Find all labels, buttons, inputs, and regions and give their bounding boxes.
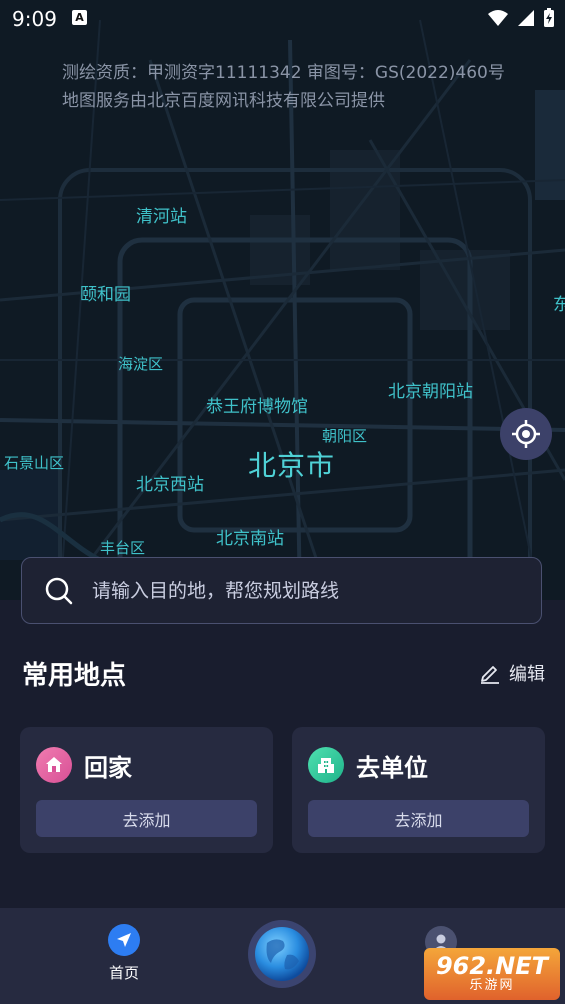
map-label-edge-east: 东	[553, 295, 565, 315]
battery-icon	[544, 8, 554, 27]
search-icon	[44, 576, 74, 606]
pencil-icon	[481, 666, 499, 684]
map-label-beijing: 北京市	[248, 449, 336, 482]
edit-label: 编辑	[509, 664, 545, 685]
watermark-line1: 962.NET	[435, 952, 549, 980]
wifi-icon	[488, 10, 508, 26]
watermark-logo: 962.NET 乐游网	[424, 948, 560, 1000]
map-label-shijingshan: 石景山区	[4, 454, 65, 472]
edit-button[interactable]: 编辑	[479, 660, 545, 686]
search-bar[interactable]	[21, 557, 542, 624]
work-place-card[interactable]: 去单位 去添加	[292, 727, 545, 853]
home-place-card[interactable]: 回家 去添加	[20, 727, 273, 853]
navigation-arrow-icon	[108, 924, 140, 956]
home-add-button[interactable]: 去添加	[36, 800, 257, 837]
map-attribution-license: 测绘资质：甲测资字11111342 审图号：GS(2022)460号	[62, 63, 505, 83]
map-label-chaoyang-station: 北京朝阳站	[388, 382, 473, 402]
map-label-haidian: 海淀区	[118, 355, 164, 373]
signal-icon	[518, 10, 534, 26]
map-label-gongwangfu: 恭王府博物馆	[206, 397, 308, 417]
building-icon	[308, 747, 344, 783]
home-title: 回家	[84, 753, 132, 782]
map-label-west-station: 北京西站	[136, 475, 204, 495]
map-view[interactable]: 9:09 A 测绘资质：甲测资字11111342 审图号：GS(2022)460…	[0, 0, 565, 600]
globe-icon	[255, 927, 309, 981]
locate-button[interactable]	[500, 408, 552, 460]
watermark-line2: 乐游网	[469, 978, 515, 993]
map-label-chaoyang-district: 朝阳区	[322, 427, 368, 445]
common-places-title: 常用地点	[22, 661, 127, 691]
accessibility-icon: A	[72, 10, 87, 25]
work-title: 去单位	[356, 753, 428, 782]
map-label-yiheyuan: 颐和园	[80, 285, 131, 305]
map-label-south-station: 北京南站	[216, 529, 284, 549]
map-label-fengtai: 丰台区	[100, 539, 146, 557]
home-icon	[36, 747, 72, 783]
nav-globe-button[interactable]	[248, 920, 316, 988]
map-label-qinghe: 清河站	[136, 207, 187, 227]
map-attribution-provider: 地图服务由北京百度网讯科技有限公司提供	[62, 91, 385, 111]
nav-home-tab[interactable]: 首页	[94, 924, 154, 983]
nav-home-label: 首页	[108, 964, 139, 982]
work-add-button[interactable]: 去添加	[308, 800, 529, 837]
status-time: 9:09	[12, 7, 57, 31]
crosshair-icon	[512, 420, 540, 448]
status-bar: 9:09 A	[0, 0, 565, 38]
search-input[interactable]	[90, 578, 514, 603]
